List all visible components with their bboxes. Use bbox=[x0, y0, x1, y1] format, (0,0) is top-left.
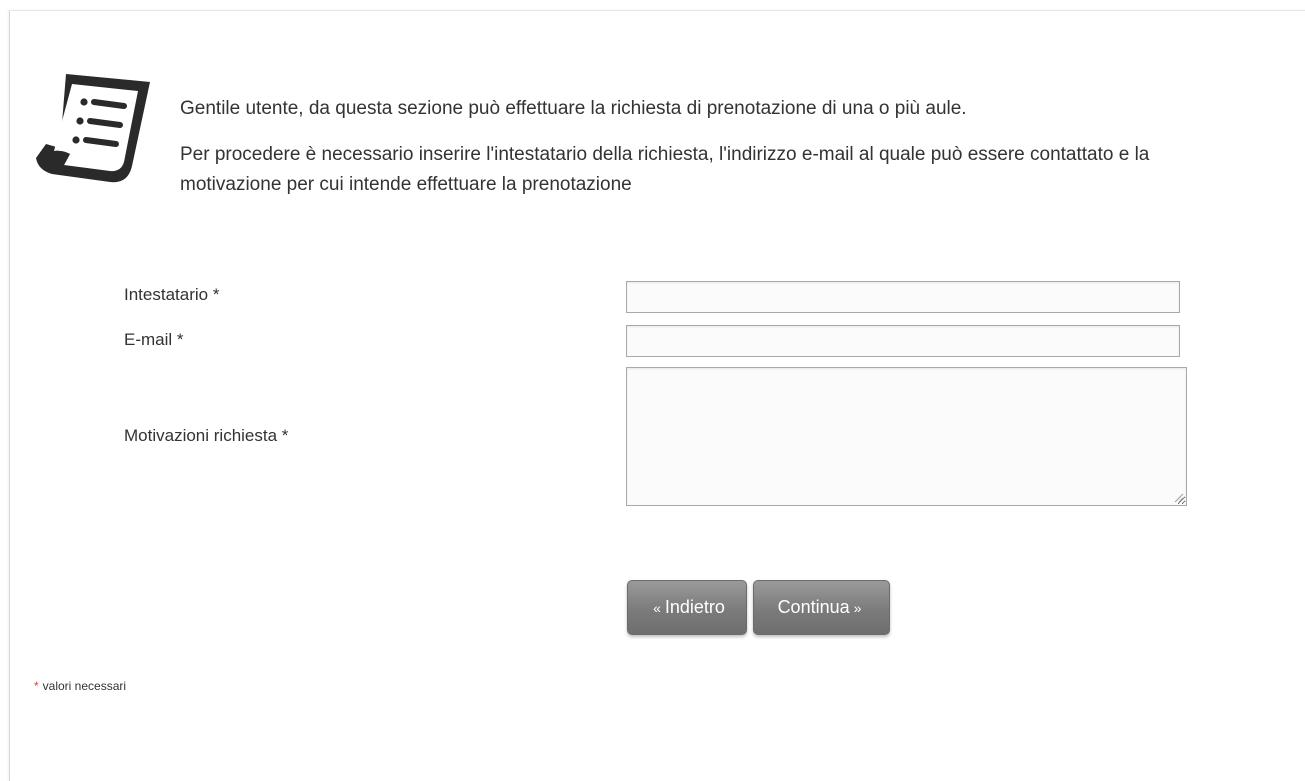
required-star: * bbox=[34, 679, 39, 693]
intro-line-2: Per procedere è necessario inserire l'in… bbox=[180, 144, 1150, 195]
intro-line-1: Gentile utente, da questa sezione può ef… bbox=[180, 98, 967, 119]
motivazioni-textarea[interactable] bbox=[626, 367, 1187, 506]
intro-text: Gentile utente, da questa sezione può ef… bbox=[180, 94, 1190, 200]
back-arrow-icon: « bbox=[653, 599, 661, 616]
required-footnote-text: valori necessari bbox=[42, 679, 127, 693]
continue-arrow-icon: » bbox=[853, 599, 862, 616]
email-label: E-mail * bbox=[124, 330, 184, 349]
email-input[interactable] bbox=[626, 325, 1180, 357]
continue-button[interactable]: Continua » bbox=[753, 580, 890, 635]
required-footnote: * valori necessari bbox=[34, 679, 126, 693]
intestatario-input[interactable] bbox=[626, 281, 1180, 313]
document-list-icon bbox=[36, 74, 150, 183]
resize-grip-icon[interactable] bbox=[1172, 491, 1184, 503]
back-button[interactable]: « Indietro bbox=[627, 580, 747, 635]
motivazioni-label: Motivazioni richiesta * bbox=[124, 426, 289, 445]
continue-button-label: Continua bbox=[777, 597, 850, 617]
back-button-label: Indietro bbox=[664, 597, 725, 617]
intestatario-label: Intestatario * bbox=[124, 285, 220, 304]
